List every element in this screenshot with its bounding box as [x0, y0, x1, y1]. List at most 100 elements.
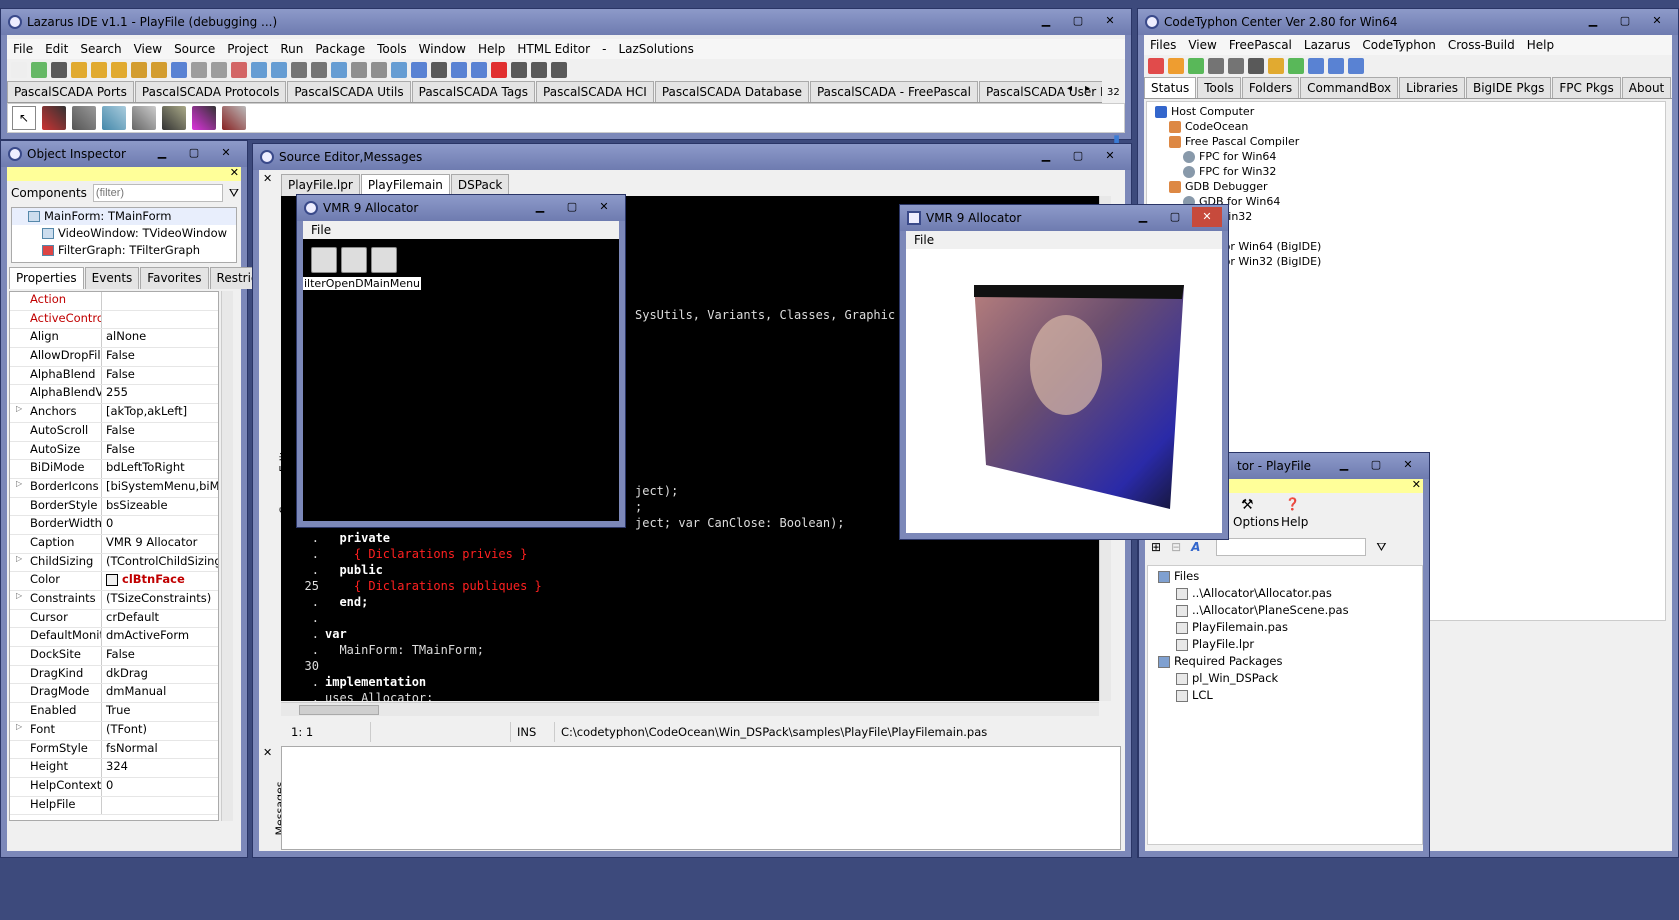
toolbar-tool-7-icon[interactable] — [151, 62, 167, 78]
property-row[interactable]: FormStyle fsNormal — [10, 740, 218, 760]
close-button[interactable]: ✕ — [1095, 146, 1125, 166]
add-file-icon[interactable]: ⊞ — [1151, 540, 1161, 554]
property-row[interactable]: BiDiMode bdLeftToRight — [10, 460, 218, 479]
palette-scroll-right[interactable]: ▸ — [1085, 83, 1090, 94]
ct-tab-fpc-pkgs[interactable]: FPC Pkgs — [1552, 77, 1621, 98]
help-button[interactable]: Help — [1281, 515, 1308, 529]
messages-close-icon[interactable]: ✕ — [263, 746, 272, 759]
property-value[interactable]: (TSizeConstraints) — [102, 591, 218, 609]
sampleGrabber-component-icon[interactable] — [102, 106, 126, 130]
toolbar-tool-16-icon[interactable] — [331, 62, 347, 78]
ct-tool-6-icon[interactable] — [1268, 58, 1284, 74]
project-inspector-close-icon[interactable]: ✕ — [1412, 478, 1421, 491]
palette-tab-pascalscada-user-management[interactable]: PascalSCADA User Management — [979, 81, 1102, 102]
toolbar-tool-4-icon[interactable] — [91, 62, 107, 78]
expand-arrow-icon[interactable]: ▷ — [16, 591, 22, 600]
vmr-small-menu-file[interactable]: File — [303, 221, 619, 239]
ct-tab-tools[interactable]: Tools — [1197, 77, 1241, 98]
toolbar-tool-15-icon[interactable] — [311, 62, 327, 78]
editor-hscroll[interactable] — [281, 702, 1099, 716]
property-value[interactable] — [102, 311, 218, 329]
help-icon[interactable]: ❓ — [1285, 497, 1300, 511]
remove-file-icon[interactable]: ⊟ — [1171, 540, 1181, 554]
property-value[interactable]: clBtnFace — [102, 572, 218, 590]
maximize-button[interactable]: ▢ — [557, 197, 587, 217]
toolbar-tool-14-icon[interactable] — [291, 62, 307, 78]
property-row[interactable]: Enabled True — [10, 703, 218, 722]
menu-item-run[interactable]: Run — [274, 39, 309, 59]
vmr-big-menu-file[interactable]: File — [906, 231, 1222, 249]
close-button[interactable]: ✕ — [211, 143, 241, 163]
maximize-button[interactable]: ▢ — [1610, 11, 1640, 31]
property-row[interactable]: BorderStyle bsSizeable — [10, 497, 218, 517]
project-tree-item[interactable]: ..\Allocator\PlaneScene.pas — [1148, 602, 1422, 619]
toolbar-tool-21-icon[interactable] — [431, 62, 447, 78]
project-tree-item[interactable]: pl_Win_DSPack — [1148, 670, 1422, 687]
project-tree-item[interactable]: Required Packages — [1148, 653, 1422, 670]
ct-tab-libraries[interactable]: Libraries — [1399, 77, 1465, 98]
menu-item-view[interactable]: View — [128, 39, 168, 59]
property-row[interactable]: ▷ Anchors [akTop,akLeft] — [10, 404, 218, 423]
ct-tool-4-icon[interactable] — [1228, 58, 1244, 74]
property-row[interactable]: HelpContext 0 — [10, 777, 218, 797]
property-value[interactable]: dkDrag — [102, 666, 218, 684]
menu-item-package[interactable]: Package — [309, 39, 371, 59]
options-icon[interactable]: ⚒ — [1241, 497, 1254, 513]
property-grid-scrollbar[interactable] — [221, 291, 233, 821]
menu-item-item[interactable]: - — [596, 39, 612, 59]
toolbar-tool-13-icon[interactable] — [271, 62, 287, 78]
filtergraph-icon[interactable] — [311, 247, 337, 273]
toolbar-tool-3-icon[interactable] — [71, 62, 87, 78]
property-value[interactable]: 255 — [102, 385, 218, 403]
toolbar-tool-26-icon[interactable] — [531, 62, 547, 78]
filtergraph-component-icon[interactable] — [42, 106, 66, 130]
editor-tab-playfile-lpr[interactable]: PlayFile.lpr — [281, 174, 360, 196]
property-value[interactable]: False — [102, 647, 218, 665]
filter-component-icon[interactable] — [132, 106, 156, 130]
close-button[interactable]: ✕ — [1095, 11, 1125, 31]
property-value[interactable]: False — [102, 348, 218, 366]
ct-menu-help[interactable]: Help — [1521, 35, 1560, 55]
toolbar-tool-1-icon[interactable] — [31, 62, 47, 78]
property-row[interactable]: HelpFile — [10, 796, 218, 816]
property-value[interactable]: 324 — [102, 759, 218, 777]
toolbar-tool-17-icon[interactable] — [351, 62, 367, 78]
toolbar-tool-24-icon[interactable] — [491, 62, 507, 78]
dsvideo-component-icon[interactable] — [192, 106, 216, 130]
ct-menu-cross-build[interactable]: Cross-Build — [1442, 35, 1521, 55]
menu-item-source[interactable]: Source — [168, 39, 221, 59]
property-row[interactable]: Action — [10, 292, 218, 311]
ct-menu-view[interactable]: View — [1182, 35, 1222, 55]
palette-tab-pascalscada-tags[interactable]: PascalSCADA Tags — [411, 81, 536, 102]
property-row[interactable]: DefaultMonitor dmActiveForm — [10, 628, 218, 648]
close-button[interactable]: ✕ — [1192, 207, 1222, 227]
toolbar-tool-18-icon[interactable] — [371, 62, 387, 78]
close-button[interactable]: ✕ — [1393, 455, 1423, 475]
property-value[interactable]: 0 — [102, 778, 218, 796]
property-row[interactable]: AlphaBlendValue 255 — [10, 385, 218, 405]
ct-tool-9-icon[interactable] — [1328, 58, 1344, 74]
toolbar-tool-25-icon[interactable] — [511, 62, 527, 78]
ct-tree-item[interactable]: FPC for Win32 — [1147, 164, 1665, 179]
property-row[interactable]: AutoScroll False — [10, 422, 218, 442]
ct-tab-bigide-pkgs[interactable]: BigIDE Pkgs — [1465, 77, 1552, 98]
ct-tab-status[interactable]: Status — [1144, 77, 1197, 98]
property-row[interactable]: Height 324 — [10, 759, 218, 778]
ct-tool-0-icon[interactable] — [1148, 58, 1164, 74]
ct-tool-8-icon[interactable] — [1308, 58, 1324, 74]
components-filter-input[interactable] — [92, 184, 223, 202]
inspector-tab-events[interactable]: Events — [84, 267, 140, 289]
ct-tool-1-icon[interactable] — [1168, 58, 1184, 74]
palette-tab-pascalscada-freepascal[interactable]: PascalSCADA - FreePascal — [809, 81, 978, 102]
ct-menu-lazarus[interactable]: Lazarus — [1298, 35, 1356, 55]
palette-tab-pascalscada-ports[interactable]: PascalSCADA Ports — [7, 81, 134, 102]
toolbar-tool-27-icon[interactable] — [551, 62, 567, 78]
ct-tab-about[interactable]: About — [1621, 77, 1672, 98]
ct-tool-2-icon[interactable] — [1188, 58, 1204, 74]
opendialog-icon[interactable] — [341, 247, 367, 273]
sort-alpha-icon[interactable]: A — [1191, 540, 1200, 554]
toolbar-tool-6-icon[interactable] — [131, 62, 147, 78]
ct-tool-5-icon[interactable] — [1248, 58, 1264, 74]
ct-tree-item[interactable]: FPC for Win64 — [1147, 149, 1665, 164]
ct-tree-item[interactable]: GDB Debugger — [1147, 179, 1665, 194]
